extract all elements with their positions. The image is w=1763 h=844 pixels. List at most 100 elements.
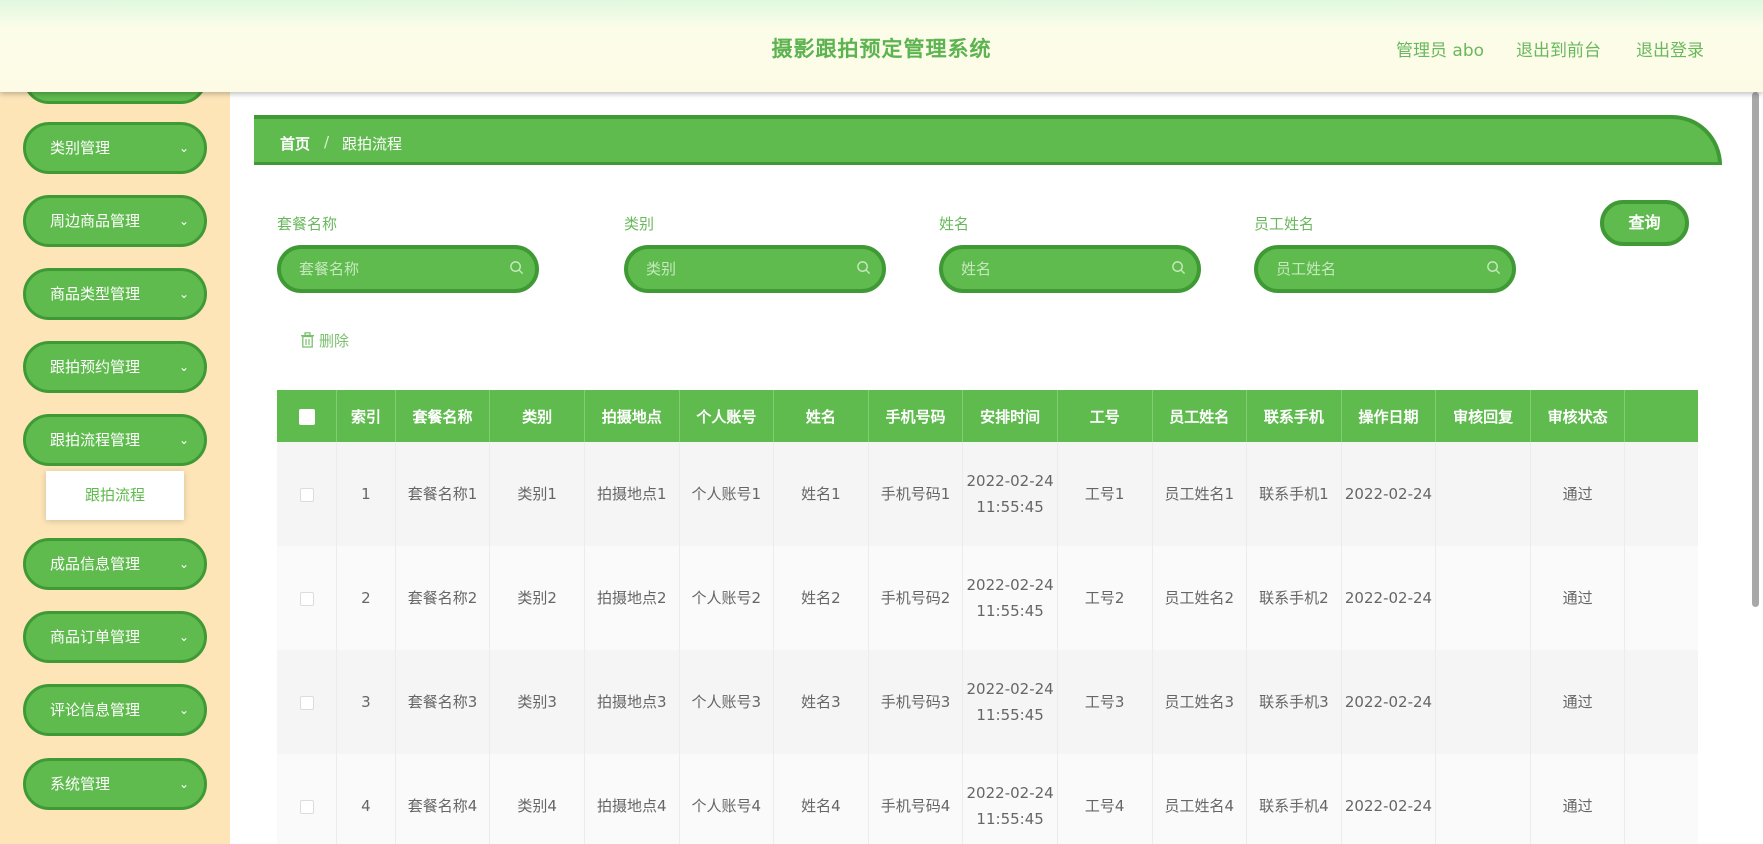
logout-link[interactable]: 退出登录 <box>1636 36 1704 61</box>
select-all-checkbox[interactable] <box>298 408 315 425</box>
cell-phone: 手机号码2 <box>868 546 964 650</box>
sidebar-item-booking[interactable]: 跟拍预约管理 ⌄ <box>23 341 207 393</box>
cell-location: 拍摄地点2 <box>584 546 680 650</box>
column-header[interactable]: 操作日期 <box>1341 390 1437 442</box>
column-header[interactable]: 套餐名称 <box>395 390 491 442</box>
column-header[interactable]: 个人账号 <box>679 390 775 442</box>
column-header[interactable]: 拍摄地点 <box>584 390 680 442</box>
cell-category: 类别2 <box>489 546 585 650</box>
sidebar-item-label: 周边商品管理 <box>50 212 141 230</box>
sidebar-item-category[interactable]: 类别管理 ⌄ <box>23 122 207 174</box>
cell-staff-name: 员工姓名1 <box>1152 442 1248 546</box>
sidebar-item-comments[interactable]: 评论信息管理 ⌄ <box>23 684 207 736</box>
cell-contact: 联系手机4 <box>1246 754 1342 844</box>
column-header[interactable]: 审核状态 <box>1530 390 1626 442</box>
search-icon <box>1172 261 1186 275</box>
cell-phone: 手机号码4 <box>868 754 964 844</box>
row-checkbox[interactable] <box>299 799 314 814</box>
cell-status: 通过 <box>1530 546 1626 650</box>
front-page-link[interactable]: 退出到前台 <box>1516 36 1601 61</box>
sidebar-item-label: 成品信息管理 <box>50 555 141 573</box>
chevron-down-icon: ⌄ <box>178 433 189 447</box>
cell-category: 类别4 <box>489 754 585 844</box>
top-header: 摄影跟拍预定管理系统 管理员 abo 退出到前台 退出登录 <box>0 0 1763 92</box>
column-header[interactable]: 姓名 <box>773 390 869 442</box>
chevron-down-icon: ⌄ <box>178 557 189 571</box>
column-header[interactable]: 类别 <box>489 390 585 442</box>
cell-status: 通过 <box>1530 650 1626 754</box>
search-icon <box>857 261 871 275</box>
cell-schedule: 2022-02-24 11:55:45 <box>962 442 1058 546</box>
column-header[interactable]: 索引 <box>336 390 396 442</box>
table-row: 2 套餐名称2 类别2 拍摄地点2 个人账号2 姓名2 手机号码2 2022-0… <box>277 546 1698 650</box>
delete-button[interactable]: 删除 <box>300 330 349 351</box>
sidebar-item-process[interactable]: 跟拍流程管理 ⌄ <box>23 414 207 466</box>
cell-contact: 联系手机1 <box>1246 442 1342 546</box>
cell-staff-no: 工号4 <box>1057 754 1153 844</box>
cell-index: 2 <box>336 546 396 650</box>
chevron-down-icon: ⌄ <box>178 630 189 644</box>
cell-location: 拍摄地点4 <box>584 754 680 844</box>
column-header[interactable]: 工号 <box>1057 390 1153 442</box>
table-row: 3 套餐名称3 类别3 拍摄地点3 个人账号3 姓名3 手机号码3 2022-0… <box>277 650 1698 754</box>
package-name-input[interactable] <box>281 249 481 289</box>
chevron-down-icon: ⌄ <box>178 703 189 717</box>
package-name-field[interactable] <box>277 245 539 293</box>
trash-icon <box>301 332 314 348</box>
category-field[interactable] <box>624 245 886 293</box>
sidebar-item-label: 跟拍流程管理 <box>50 431 141 449</box>
column-header[interactable]: 安排时间 <box>962 390 1058 442</box>
row-select-cell <box>277 546 338 650</box>
name-label: 姓名 <box>939 215 970 233</box>
cell-index: 1 <box>336 442 396 546</box>
row-select-cell <box>277 650 338 754</box>
column-header[interactable]: 员工姓名 <box>1152 390 1248 442</box>
row-select-cell <box>277 442 338 546</box>
breadcrumb-home[interactable]: 首页 <box>280 133 310 154</box>
column-header[interactable]: 审核回复 <box>1435 390 1531 442</box>
sidebar-item-peripheral-goods[interactable]: 周边商品管理 ⌄ <box>23 195 207 247</box>
staff-name-field[interactable] <box>1254 245 1516 293</box>
cell-staff-no: 工号2 <box>1057 546 1153 650</box>
cell-account: 个人账号2 <box>679 546 775 650</box>
actions-header <box>1624 390 1698 442</box>
cell-contact: 联系手机3 <box>1246 650 1342 754</box>
admin-user-link[interactable]: 管理员 abo <box>1396 36 1484 61</box>
sidebar-item-system[interactable]: 系统管理 ⌄ <box>23 758 207 810</box>
sidebar-item-label: 商品订单管理 <box>50 628 141 646</box>
cell-package: 套餐名称1 <box>395 442 491 546</box>
cell-reply <box>1435 754 1531 844</box>
sidebar-item-orders[interactable]: 商品订单管理 ⌄ <box>23 611 207 663</box>
staff-name-input[interactable] <box>1258 249 1458 289</box>
column-header[interactable]: 手机号码 <box>868 390 964 442</box>
cell-staff-name: 员工姓名4 <box>1152 754 1248 844</box>
row-select-cell <box>277 754 338 844</box>
sidebar-item-goods-type[interactable]: 商品类型管理 ⌄ <box>23 268 207 320</box>
cell-contact: 联系手机2 <box>1246 546 1342 650</box>
cell-schedule: 2022-02-24 11:55:45 <box>962 650 1058 754</box>
row-checkbox[interactable] <box>299 487 314 502</box>
category-input[interactable] <box>628 249 828 289</box>
cell-name: 姓名4 <box>773 754 869 844</box>
category-label: 类别 <box>624 215 655 233</box>
cell-actions <box>1624 754 1698 844</box>
column-header[interactable]: 联系手机 <box>1246 390 1342 442</box>
cell-actions <box>1624 650 1698 754</box>
name-input[interactable] <box>943 249 1143 289</box>
cell-staff-no: 工号1 <box>1057 442 1153 546</box>
staff-name-label: 员工姓名 <box>1254 215 1315 233</box>
cell-location: 拍摄地点1 <box>584 442 680 546</box>
package-name-label: 套餐名称 <box>277 215 338 233</box>
sidebar-item-label: 评论信息管理 <box>50 701 141 719</box>
search-icon <box>1487 261 1501 275</box>
name-field[interactable] <box>939 245 1201 293</box>
row-checkbox[interactable] <box>299 695 314 710</box>
row-checkbox[interactable] <box>299 591 314 606</box>
cell-category: 类别1 <box>489 442 585 546</box>
cell-package: 套餐名称4 <box>395 754 491 844</box>
sidebar-item-product-info[interactable]: 成品信息管理 ⌄ <box>23 538 207 590</box>
table-header-row: 索引 套餐名称 类别 拍摄地点 个人账号 姓名 手机号码 安排时间 工号 员工姓… <box>277 390 1698 442</box>
sidebar-subitem-process[interactable]: 跟拍流程 <box>46 471 184 520</box>
page-scrollbar[interactable] <box>1752 92 1759 607</box>
query-button[interactable]: 查询 <box>1600 200 1689 246</box>
